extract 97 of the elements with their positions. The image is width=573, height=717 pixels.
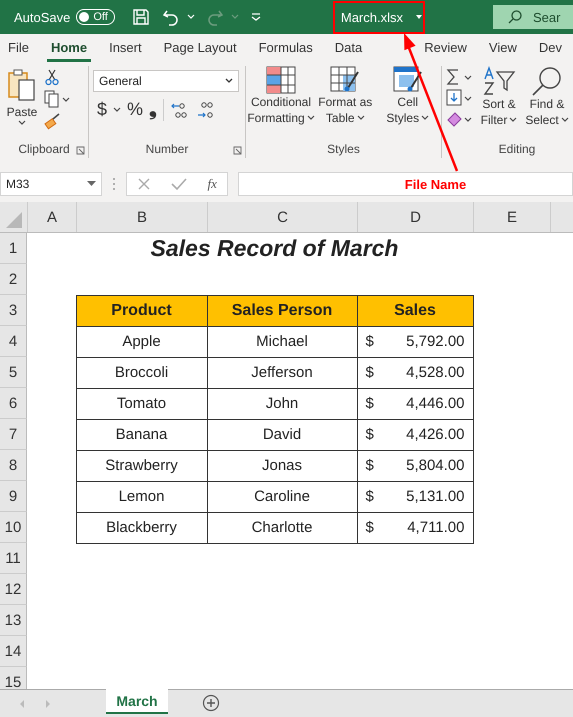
row-header[interactable]: 11: [0, 543, 27, 574]
row-header[interactable]: 13: [0, 605, 27, 636]
ribbon-tab[interactable]: Review: [420, 34, 471, 62]
sheet-tab[interactable]: March: [106, 689, 168, 714]
row-header[interactable]: 10: [0, 512, 27, 543]
percent-button[interactable]: %: [127, 99, 144, 120]
table-cell: Blackberry: [76, 512, 208, 544]
column-header[interactable]: D: [358, 202, 474, 232]
currency-symbol: $: [366, 426, 374, 443]
cut-icon[interactable]: [44, 68, 60, 86]
ribbon-tab[interactable]: File: [4, 34, 33, 62]
comma-button[interactable]: ❟: [149, 98, 158, 121]
caret-icon[interactable]: [414, 14, 423, 20]
currency-button[interactable]: $: [97, 99, 108, 120]
caret-icon: [509, 117, 518, 123]
column-header[interactable]: E: [474, 202, 551, 232]
column-header[interactable]: A: [28, 202, 77, 232]
caret-icon: [225, 78, 233, 84]
group-label: Number: [146, 142, 188, 156]
styles-button[interactable]: Conditional Formatting: [250, 66, 312, 126]
row-header[interactable]: 1: [0, 233, 27, 264]
row-header[interactable]: 12: [0, 574, 27, 605]
search-icon: [507, 9, 523, 25]
cell-brush-icon: [392, 66, 423, 94]
row-header[interactable]: 3: [0, 295, 27, 326]
table-cell: 5,804.00: [406, 457, 464, 474]
currency-symbol: $: [366, 333, 374, 350]
insert-function-button[interactable]: fx: [208, 176, 217, 192]
table-header: Sales: [356, 294, 474, 326]
autosum-icon[interactable]: [446, 68, 474, 86]
caret-icon: [18, 120, 26, 126]
table-cell: 5,131.00: [406, 488, 464, 505]
row-header[interactable]: 15: [0, 667, 27, 689]
editing-button[interactable]: Find & Select: [524, 66, 570, 128]
ribbon-tab[interactable]: Home: [46, 34, 92, 62]
ribbon-tab[interactable]: Page Layout: [160, 34, 241, 62]
file-name[interactable]: March.xlsx: [336, 3, 407, 31]
column-header[interactable]: C: [208, 202, 358, 232]
currency-symbol: $: [366, 364, 374, 381]
save-icon[interactable]: [130, 7, 151, 27]
name-box[interactable]: M33: [0, 172, 102, 196]
caret-icon: [306, 115, 315, 121]
fill-icon[interactable]: [446, 89, 474, 107]
styles-button[interactable]: Cell Styles: [378, 66, 437, 126]
format-painter-icon[interactable]: [44, 112, 62, 130]
table-header: Product: [76, 294, 208, 326]
dialog-launcher-icon[interactable]: [233, 146, 242, 155]
annotation-label: File Name: [404, 176, 466, 192]
formula-field[interactable]: File Name: [238, 172, 573, 196]
table-cell: 4,528.00: [406, 364, 464, 381]
table-header: Sales Person: [206, 294, 358, 326]
ribbon-tab[interactable]: Insert: [105, 34, 146, 62]
ribbon-tab[interactable]: View: [484, 34, 521, 62]
caret-icon[interactable]: [113, 106, 122, 112]
table-cell: 4,426.00: [406, 426, 464, 443]
ribbon-tab[interactable]: Formulas: [254, 34, 317, 62]
row-header[interactable]: 8: [0, 450, 27, 481]
currency-symbol: $: [366, 457, 374, 474]
row-header[interactable]: 4: [0, 326, 27, 357]
group-label: Clipboard: [18, 142, 70, 156]
caret-icon: [87, 181, 96, 187]
row-header[interactable]: 2: [0, 264, 27, 295]
group-label: Editing: [498, 142, 536, 156]
row-header[interactable]: 6: [0, 388, 27, 419]
autosave-label: AutoSave: [14, 10, 70, 24]
currency-symbol: $: [366, 395, 374, 412]
add-sheet-icon[interactable]: [202, 694, 220, 712]
dialog-launcher-icon[interactable]: [76, 146, 85, 155]
row-header[interactable]: 7: [0, 419, 27, 450]
table-cell: 5,792.00: [406, 333, 464, 350]
currency-symbol: $: [366, 519, 374, 536]
autosave-toggle[interactable]: Off: [76, 9, 115, 25]
copy-icon[interactable]: [44, 90, 70, 108]
eraser-icon[interactable]: [446, 110, 474, 128]
row-header[interactable]: 5: [0, 357, 27, 388]
table-brush-icon: [330, 66, 360, 94]
editing-button[interactable]: Sort & Filter: [476, 66, 522, 128]
group-label: Styles: [327, 142, 360, 156]
table-cell: 4,446.00: [406, 395, 464, 412]
row-header[interactable]: 14: [0, 636, 27, 667]
row-header[interactable]: 9: [0, 481, 27, 512]
column-header[interactable]: B: [77, 202, 208, 232]
sheet-title: Sales Record of March: [150, 235, 400, 262]
ribbon-tab[interactable]: Dev: [534, 34, 566, 62]
paste-button[interactable]: Paste: [4, 66, 40, 126]
caret-icon: [356, 115, 365, 121]
number-format-dropdown[interactable]: General: [93, 70, 239, 92]
caret-icon: [421, 115, 430, 121]
sort-filter-icon: [482, 66, 516, 96]
caret-icon: [560, 117, 569, 123]
highlighted-grid-icon: [266, 66, 296, 94]
search-field[interactable]: Sear: [493, 5, 573, 29]
grip-icon: [112, 176, 116, 192]
ribbon-tab[interactable]: Data: [330, 34, 366, 62]
currency-symbol: $: [366, 488, 374, 505]
table-cell: 4,711.00: [407, 519, 464, 536]
styles-button[interactable]: Format as Table: [316, 66, 374, 126]
